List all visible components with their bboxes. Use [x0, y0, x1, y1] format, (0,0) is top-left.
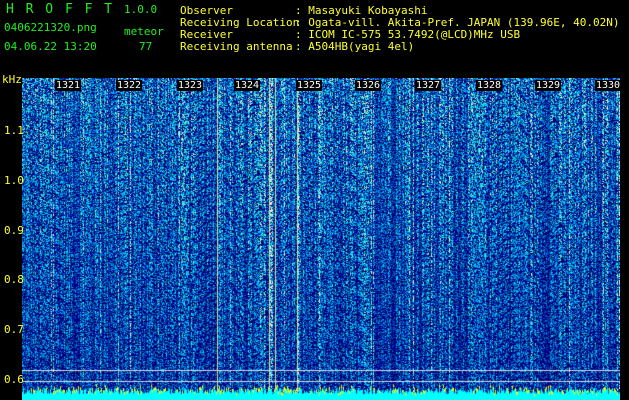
- info-label-observer: Observer: [180, 4, 233, 17]
- time-mark-1326: 1326: [355, 80, 382, 91]
- info-label-receiver: Receiver: [180, 28, 233, 41]
- time-mark-1325: 1325: [296, 80, 323, 91]
- time-mark-1321: 1321: [55, 80, 82, 91]
- detection-count: 77: [139, 40, 153, 53]
- y-tick-0-9: 0.9: [4, 224, 24, 237]
- info-label-location: Receiving Location: [180, 16, 300, 29]
- time-mark-1322: 1322: [116, 80, 143, 91]
- time-mark-1330: 1330: [595, 80, 622, 91]
- time-mark-1328: 1328: [476, 80, 503, 91]
- info-value-location: : Ogata-vill. Akita-Pref. JAPAN (139.96E…: [295, 16, 620, 29]
- y-tick-1-1: 1.1: [4, 124, 24, 137]
- info-value-antenna: : A504HB(yagi 4el): [295, 40, 415, 53]
- y-tick-0-6: 0.6: [4, 373, 24, 386]
- info-value-receiver: : ICOM IC-575 53.7492(@LCD)MHz USB: [295, 28, 521, 41]
- y-tick-1-0: 1.0: [4, 174, 24, 187]
- y-tick-0-7: 0.7: [4, 323, 24, 336]
- info-label-antenna: Receiving antenna: [180, 40, 293, 53]
- date-time: 04.06.22 13:20: [4, 40, 97, 53]
- time-mark-1327: 1327: [415, 80, 442, 91]
- app-name: H R O F F T: [6, 2, 115, 17]
- time-mark-1329: 1329: [535, 80, 562, 91]
- y-axis-unit: kHz: [2, 73, 22, 86]
- y-tick-0-8: 0.8: [4, 273, 24, 286]
- time-mark-1324: 1324: [234, 80, 261, 91]
- spectrogram-canvas: [22, 78, 620, 400]
- mode-label: meteor: [124, 25, 164, 38]
- time-mark-1323: 1323: [177, 80, 204, 91]
- file-name: 0406221320.png: [4, 21, 97, 34]
- info-value-observer: : Masayuki Kobayashi: [295, 4, 428, 17]
- app-version: 1.0.0: [124, 3, 158, 16]
